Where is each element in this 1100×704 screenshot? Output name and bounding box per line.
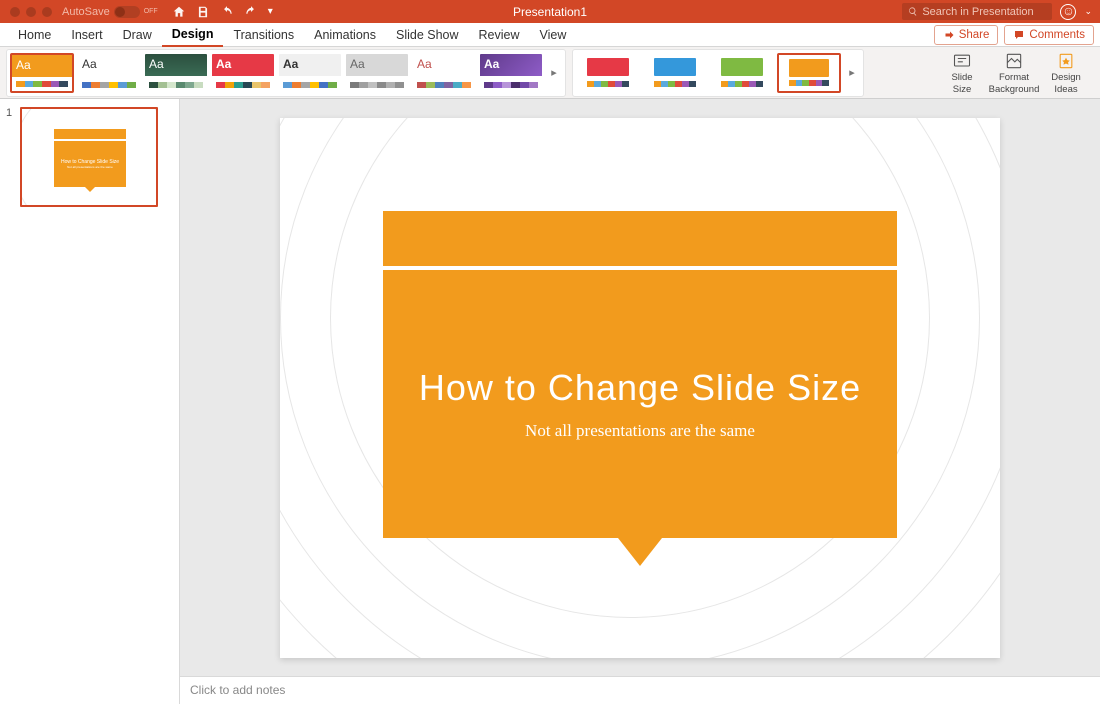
slide-canvas[interactable]: How to Change Slide Size Not all present… bbox=[180, 99, 1100, 676]
slide-subtitle[interactable]: Not all presentations are the same bbox=[525, 421, 755, 441]
titlebar: AutoSave OFF ▾ Presentation1 ⌄ bbox=[0, 0, 1100, 23]
notes-pane[interactable]: Click to add notes bbox=[180, 676, 1100, 704]
smiley-icon bbox=[1064, 7, 1073, 16]
theme-thumb-0[interactable]: Aa bbox=[10, 53, 74, 93]
document-title: Presentation1 bbox=[513, 5, 587, 19]
tab-view[interactable]: View bbox=[530, 23, 577, 47]
theme-thumb-2[interactable]: Aa bbox=[144, 53, 208, 93]
tab-review[interactable]: Review bbox=[469, 23, 530, 47]
theme-thumb-7[interactable]: Aa bbox=[479, 53, 543, 93]
variant-thumb-2[interactable] bbox=[710, 53, 774, 93]
qat-overflow-icon[interactable]: ▾ bbox=[268, 6, 273, 17]
tab-design[interactable]: Design bbox=[162, 23, 224, 47]
design-tools: Slide Size Format Background Design Idea… bbox=[938, 50, 1094, 96]
tab-transitions[interactable]: Transitions bbox=[223, 23, 304, 47]
design-ideas-icon bbox=[1056, 51, 1076, 71]
window-controls[interactable] bbox=[10, 7, 52, 17]
workspace: 1 How to Change Slide Size Not all prese… bbox=[0, 99, 1100, 704]
ribbon-design: AaAaAaAaAaAaAaAa▸ ▸ Slide Size Format Ba… bbox=[0, 47, 1100, 99]
search-box[interactable] bbox=[902, 3, 1052, 20]
quick-access-toolbar: ▾ bbox=[172, 5, 273, 19]
thumbnail-pane: 1 How to Change Slide Size Not all prese… bbox=[0, 99, 180, 704]
slide-size-button[interactable]: Slide Size bbox=[938, 50, 986, 96]
variants-more-button[interactable]: ▸ bbox=[844, 53, 860, 93]
variant-thumb-1[interactable] bbox=[643, 53, 707, 93]
redo-icon[interactable] bbox=[244, 5, 258, 19]
thumbnail-preview[interactable]: How to Change Slide Size Not all present… bbox=[20, 107, 158, 207]
slide-title[interactable]: How to Change Slide Size bbox=[419, 367, 861, 409]
comments-button[interactable]: Comments bbox=[1004, 25, 1094, 45]
maximize-window-icon[interactable] bbox=[42, 7, 52, 17]
autosave-state: OFF bbox=[144, 8, 158, 15]
close-window-icon[interactable] bbox=[10, 7, 20, 17]
theme-thumb-4[interactable]: Aa bbox=[278, 53, 342, 93]
format-background-icon bbox=[1004, 51, 1024, 71]
home-icon[interactable] bbox=[172, 5, 186, 19]
editor-area: How to Change Slide Size Not all present… bbox=[180, 99, 1100, 704]
share-button[interactable]: Share bbox=[934, 25, 999, 45]
user-menu[interactable] bbox=[1060, 4, 1076, 20]
slide-size-icon bbox=[952, 51, 972, 71]
search-input[interactable] bbox=[922, 6, 1046, 18]
variant-thumb-0[interactable] bbox=[576, 53, 640, 93]
thumbnail-index: 1 bbox=[6, 107, 16, 207]
share-label: Share bbox=[959, 29, 990, 41]
slide-thumbnail[interactable]: 1 How to Change Slide Size Not all prese… bbox=[6, 107, 173, 207]
title-banner[interactable]: How to Change Slide Size Not all present… bbox=[383, 270, 897, 538]
tab-insert[interactable]: Insert bbox=[61, 23, 112, 47]
comments-label: Comments bbox=[1029, 29, 1085, 41]
tab-home[interactable]: Home bbox=[8, 23, 61, 47]
share-icon bbox=[943, 29, 955, 41]
autosave-toggle[interactable]: AutoSave OFF bbox=[62, 6, 158, 18]
minimize-window-icon[interactable] bbox=[26, 7, 36, 17]
theme-thumb-1[interactable]: Aa bbox=[77, 53, 141, 93]
variant-thumb-3[interactable] bbox=[777, 53, 841, 93]
notes-placeholder: Click to add notes bbox=[190, 683, 285, 697]
tab-animations[interactable]: Animations bbox=[304, 23, 386, 47]
user-menu-chevron-icon[interactable]: ⌄ bbox=[1084, 6, 1092, 17]
comment-icon bbox=[1013, 29, 1025, 41]
design-ideas-button[interactable]: Design Ideas bbox=[1042, 50, 1090, 96]
slide[interactable]: How to Change Slide Size Not all present… bbox=[280, 118, 1000, 658]
themes-gallery: AaAaAaAaAaAaAaAa▸ bbox=[6, 49, 566, 97]
variants-gallery: ▸ bbox=[572, 49, 864, 97]
undo-icon[interactable] bbox=[220, 5, 234, 19]
theme-thumb-5[interactable]: Aa bbox=[345, 53, 409, 93]
save-icon[interactable] bbox=[196, 5, 210, 19]
tab-draw[interactable]: Draw bbox=[113, 23, 162, 47]
search-icon bbox=[908, 6, 918, 17]
title-banner-top bbox=[383, 211, 897, 266]
ribbon-tabs: HomeInsertDrawDesignTransitionsAnimation… bbox=[0, 23, 1100, 47]
autosave-label: AutoSave bbox=[62, 6, 110, 18]
themes-more-button[interactable]: ▸ bbox=[546, 53, 562, 93]
tab-slide-show[interactable]: Slide Show bbox=[386, 23, 469, 47]
theme-thumb-3[interactable]: Aa bbox=[211, 53, 275, 93]
theme-thumb-6[interactable]: Aa bbox=[412, 53, 476, 93]
autosave-switch-icon[interactable] bbox=[114, 6, 140, 18]
format-background-button[interactable]: Format Background bbox=[990, 50, 1038, 96]
